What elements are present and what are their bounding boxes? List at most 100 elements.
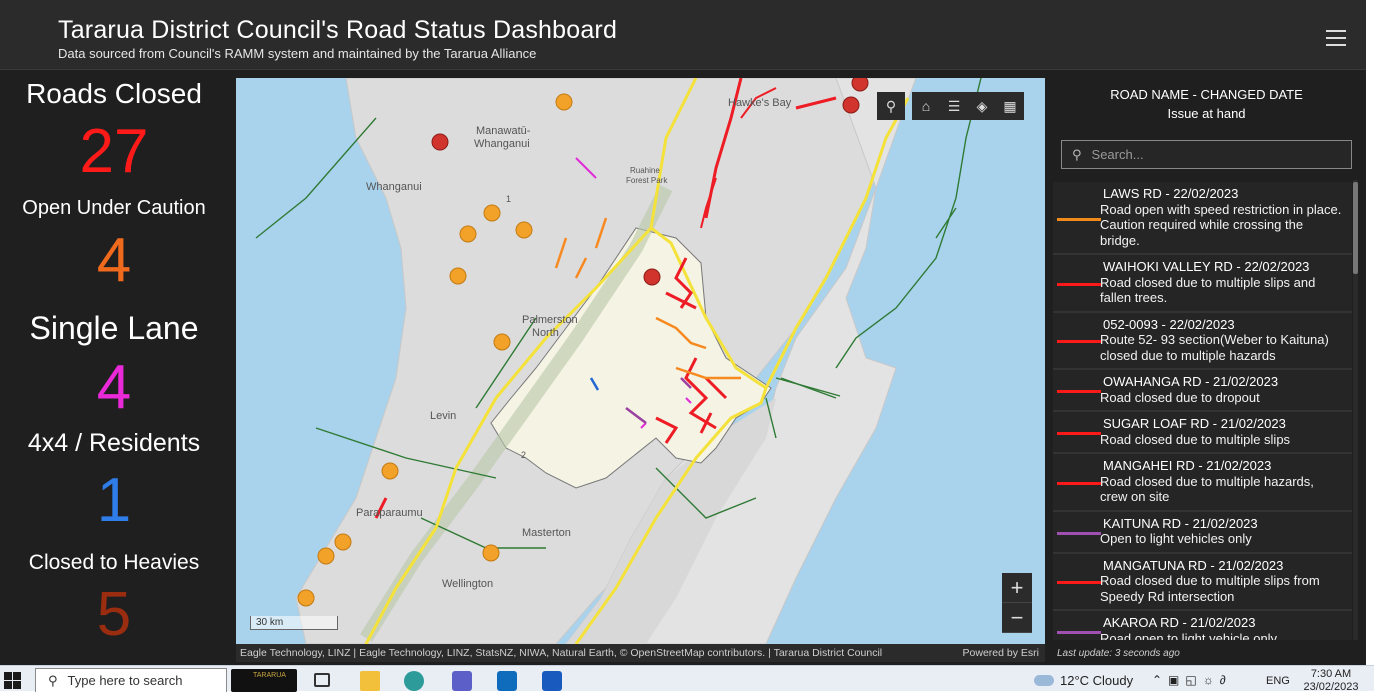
stats-panel: Roads Closed 27 Open Under Caution 4 Sin… [0,72,228,650]
hamburger-menu-icon[interactable] [1326,30,1346,46]
word-icon[interactable] [542,671,562,691]
road-status-color-icon [1057,217,1101,221]
map-label-forest-park: Forest Park [626,176,668,185]
map-toolbar: ⚲ ⌂ ☰ ◈ ▦ [877,92,1024,120]
taskbar-search-icon: ⚲ [48,672,58,688]
weather-text: 12°C Cloudy [1060,673,1134,688]
system-tray-icons[interactable]: ⌃▣◱☼∂ [1152,673,1232,687]
map-label-masterton: Masterton [522,527,571,539]
map-label-manawatu-2: Whanganui [474,138,530,150]
road-status-color-icon [1057,282,1101,286]
page-subtitle: Data sourced from Council's RAMM system … [58,46,537,61]
scale-bar: 30 km [250,616,338,630]
road-status-color-icon [1057,481,1101,485]
stat-label-single-lane: Single Lane [29,310,199,346]
stat-label-roads-closed: Roads Closed [26,78,202,109]
basemap-gallery-icon[interactable]: ▦ [996,92,1024,120]
stat-value-open-under-caution: 4 [96,226,132,295]
search-input[interactable] [1091,147,1332,162]
last-update-text: Last update: 3 seconds ago [1057,648,1180,659]
road-list-item[interactable]: AKAROA RD - 21/02/2023 Road open to light… [1053,611,1352,640]
road-name-date: 052-0093 - 22/02/2023 [1103,316,1235,332]
road-status-color-icon [1057,531,1101,535]
scrollbar-thumb[interactable] [1353,182,1358,274]
road-name-date: WAIHOKI VALLEY RD - 22/02/2023 [1103,259,1310,274]
road-status-color-icon [1057,340,1101,344]
road-issue: Route 52- 93 section(Weber to Kaituna) c… [1100,332,1329,363]
road-name-date: SUGAR LOAF RD - 21/02/2023 [1103,416,1286,431]
file-explorer-icon[interactable] [360,671,380,691]
stat-label-closed-to-heavies: Closed to Heavies [28,551,200,574]
list-header-subtitle: Issue at hand [1167,106,1246,121]
powered-by-esri-link[interactable]: Powered by Esri [963,644,1039,662]
stat-label-open-under-caution: Open Under Caution [22,197,206,219]
zoom-in-button[interactable]: + [1002,573,1032,603]
road-name-date: LAWS RD - 22/02/2023 [1103,186,1239,201]
map-label-wellington-region: Wellington [442,578,494,590]
map-label-ruahine: Ruahine [630,166,660,175]
tararua-app-icon[interactable]: TARARUA [231,669,297,692]
stat-value-single-lane: 4 [96,353,132,422]
road-name-date: KAITUNA RD - 21/02/2023 [1103,515,1258,531]
road-issue: Road closed due to multiple slips from S… [1100,573,1320,604]
road-name-date: MANGAHEI RD - 21/02/2023 [1103,458,1272,473]
map-label-palmerston: Palmerston [522,314,578,326]
road-status-color-icon [1057,631,1101,634]
map-label-paraparaumu: Paraparaumu [356,507,423,519]
list-header: ROAD NAME - CHANGED DATE Issue at hand [1053,78,1360,134]
map-label-manawatu: Manawatū- [476,125,531,137]
weather-widget[interactable]: 12°C Cloudy [1034,673,1133,688]
road-status-map[interactable]: Hawke's Bay Manawatū- Whanganui Whanganu… [236,78,1045,644]
map-tool-group: ⌂ ☰ ◈ ▦ [912,92,1024,120]
road-issue: Road closed due to dropout [1100,389,1260,405]
list-search-box[interactable]: ⚲ [1061,140,1352,169]
road-status-color-icon [1057,390,1101,393]
road-list-item[interactable]: MANGAHEI RD - 21/02/2023 Road closed due … [1053,454,1352,512]
road-issue: Road open with speed restriction in plac… [1100,201,1342,248]
road-list-item[interactable]: KAITUNA RD - 21/02/2023 Open to light veh… [1053,511,1352,554]
windows-start-icon[interactable] [4,672,22,690]
list-scrollbar[interactable] [1353,180,1358,640]
task-view-icon[interactable] [314,673,330,687]
map-label-north: North [532,327,559,339]
map-label-hawkes-bay: Hawke's Bay [728,97,792,109]
map-label-route-2: 2 [521,450,527,460]
taskbar-search-placeholder: Type here to search [67,673,183,688]
map-label-levin: Levin [430,410,457,422]
map-search-icon[interactable]: ⚲ [877,92,905,120]
road-status-color-icon [1057,581,1101,585]
road-status-color-icon [1057,432,1101,435]
road-name-date: AKAROA RD - 21/02/2023 [1103,615,1256,630]
home-icon[interactable]: ⌂ [912,92,940,120]
legend-list-icon[interactable]: ☰ [940,92,968,120]
taskbar-search-box[interactable]: ⚲ Type here to search [35,668,227,692]
road-issue: Road closed due to multiple hazards, cre… [1100,473,1314,505]
road-name-date: MANGATUNA RD - 21/02/2023 [1103,557,1284,573]
map-label-route-1: 1 [506,194,512,204]
road-list-item[interactable]: MANGATUNA RD - 21/02/2023 Road closed due… [1053,553,1352,611]
stat-value-closed-to-heavies: 5 [96,580,132,649]
road-list-panel: ROAD NAME - CHANGED DATE Issue at hand ⚲… [1053,78,1360,662]
dashboard-header: Tararua District Council's Road Status D… [0,0,1366,70]
stat-label-4x4-residents: 4x4 / Residents [27,429,201,457]
stat-value-roads-closed: 27 [79,117,149,186]
teams-icon[interactable] [452,671,472,691]
road-issue: Road closed due to multiple slips [1100,431,1291,447]
road-status-list[interactable]: LAWS RD - 22/02/2023 Road open with speed… [1053,182,1352,640]
map-canvas[interactable] [236,78,1045,644]
road-issue: Open to light vehicles only [1100,531,1252,546]
layers-icon[interactable]: ◈ [968,92,996,120]
taskbar-clock[interactable]: 7:30 AM 23/02/2023 [1300,668,1362,694]
zoom-out-button[interactable]: − [1002,603,1032,633]
list-header-title: ROAD NAME - CHANGED DATE [1110,87,1303,102]
edge-browser-icon[interactable] [404,671,424,691]
language-indicator[interactable]: ENG [1266,675,1290,687]
map-label-whanganui: Whanganui [366,181,422,193]
stat-value-4x4-residents: 1 [96,466,132,535]
road-list-item[interactable]: 052-0093 - 22/02/2023 Route 52- 93 sectio… [1053,312,1352,370]
road-list-item[interactable]: OWAHANGA RD - 21/02/2023 Road closed due … [1053,370,1352,412]
outlook-icon[interactable] [497,671,517,691]
road-list-item[interactable]: SUGAR LOAF RD - 21/02/2023 Road closed du… [1053,412,1352,454]
road-list-item[interactable]: LAWS RD - 22/02/2023 Road open with speed… [1053,182,1352,255]
road-list-item[interactable]: WAIHOKI VALLEY RD - 22/02/2023 Road close… [1053,255,1352,313]
